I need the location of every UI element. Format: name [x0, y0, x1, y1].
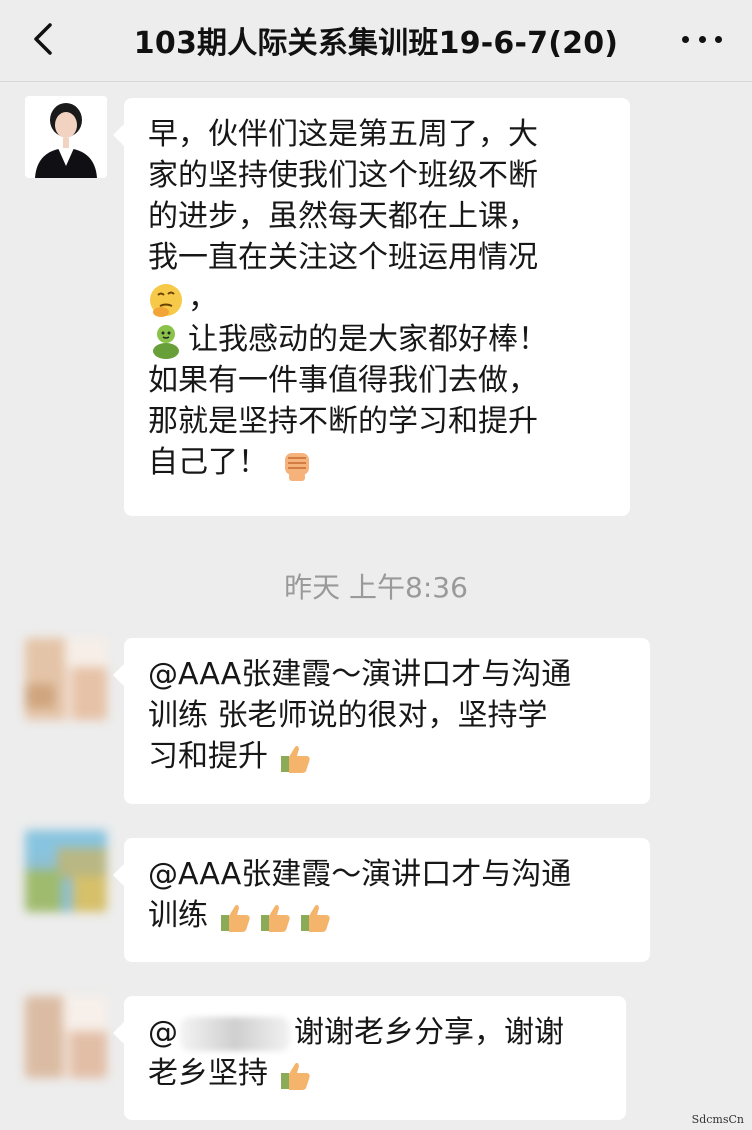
chat-title: 103期人际关系集训班19-6-7(20): [133, 26, 619, 61]
message-line-text: @: [148, 1015, 178, 1050]
sender-avatar[interactable]: [25, 638, 107, 720]
green-person-icon: [153, 324, 179, 359]
more-dot: [715, 35, 722, 43]
message-line: 我一直在关注这个班运用情况: [148, 240, 538, 275]
message-line: 那就是坚持不断的学习和提升: [148, 404, 538, 439]
message-line-text: 老乡坚持: [148, 1056, 268, 1091]
raised-fist-icon: [284, 452, 309, 481]
more-button[interactable]: [682, 24, 722, 54]
sender-avatar[interactable]: [25, 830, 107, 912]
sender-avatar[interactable]: [25, 96, 107, 178]
message-line: @ 谢谢老乡分享，谢谢: [148, 1012, 602, 1053]
thumbs-up-icon: [220, 904, 250, 932]
message-line: 训练 张老师说的很对，坚持学: [148, 698, 548, 733]
message-line: @AAA张建霞～演讲口才与沟通: [148, 657, 572, 692]
message-bubble[interactable]: @AAA张建霞～演讲口才与沟通 训练: [113, 838, 650, 962]
message-line: 让我感动的是大家都好棒！: [148, 319, 606, 360]
woman-in-suit-avatar: [25, 96, 107, 178]
message-line-text: 谢谢老乡分享，谢谢: [294, 1015, 564, 1050]
message-line: 老乡坚持: [148, 1053, 602, 1094]
chat-window: 103期人际关系集训班19-6-7(20) 早，伙伴们这是第五周了，大 家的坚持…: [0, 0, 752, 1130]
message-line: ，: [148, 278, 606, 319]
blurred-face-avatar: [25, 638, 107, 720]
thumbs-up-icon: [280, 1062, 310, 1090]
blurred-face-avatar: [25, 996, 107, 1078]
message-line-text: 训练: [148, 898, 208, 933]
message-line: 习和提升: [148, 736, 626, 777]
message-bubble[interactable]: @AAA张建霞～演讲口才与沟通 训练 张老师说的很对，坚持学 习和提升: [113, 638, 650, 804]
thinking-face-icon: [150, 283, 182, 317]
message-line-text: ，: [188, 281, 218, 316]
watermark-text: SdcmsCn: [691, 1113, 744, 1126]
message-line: 的进步，虽然每天都在上课，: [148, 199, 538, 234]
thumbs-up-icon: [280, 745, 310, 773]
more-dot: [682, 35, 689, 43]
message-line: 早，伙伴们这是第五周了，大: [148, 117, 538, 152]
message-line-text: 自己了！: [148, 445, 268, 480]
thumbs-up-icon: [260, 904, 290, 932]
message-line: 如果有一件事值得我们去做，: [148, 363, 538, 398]
message-line: 家的坚持使我们这个班级不断: [148, 158, 538, 193]
message-bubble[interactable]: @ 谢谢老乡分享，谢谢 老乡坚持: [113, 996, 626, 1120]
message-timestamp: 昨天 上午8:36: [284, 571, 468, 604]
sender-avatar[interactable]: [25, 996, 107, 1078]
message-line: 训练: [148, 895, 626, 936]
chat-header: 103期人际关系集训班19-6-7(20): [0, 0, 752, 82]
redacted-name: [180, 1016, 290, 1051]
message-line-text: 让我感动的是大家都好棒！: [188, 322, 548, 357]
thumbs-up-icon: [300, 904, 330, 932]
message-line: 自己了！: [148, 442, 606, 483]
message-line-text: 习和提升: [148, 739, 268, 774]
message-line: @AAA张建霞～演讲口才与沟通: [148, 857, 572, 892]
more-dot: [698, 35, 706, 43]
message-bubble[interactable]: 早，伙伴们这是第五周了，大 家的坚持使我们这个班级不断 的进步，虽然每天都在上课…: [113, 98, 630, 516]
blurred-landscape-avatar: [25, 830, 107, 912]
